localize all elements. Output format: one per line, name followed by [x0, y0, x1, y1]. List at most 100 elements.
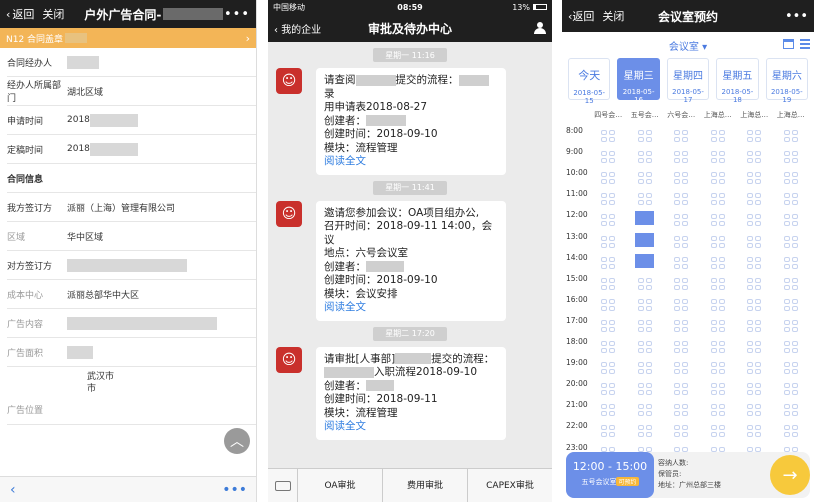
- available-slot[interactable]: [783, 172, 790, 178]
- available-slot[interactable]: [601, 214, 608, 220]
- available-slot[interactable]: [718, 151, 725, 157]
- available-slot[interactable]: [791, 221, 798, 227]
- message-item[interactable]: ☺ 请审批[人事部] 提交的流程： 入职流程2018-09-10 创建者： 创建时间：20…: [268, 346, 552, 440]
- available-slot[interactable]: [645, 348, 652, 353]
- available-slot[interactable]: [783, 158, 790, 164]
- available-slot[interactable]: [609, 221, 616, 227]
- available-slot[interactable]: [682, 425, 689, 431]
- available-slot[interactable]: [747, 277, 754, 283]
- available-slot[interactable]: [783, 242, 790, 248]
- available-slot[interactable]: [637, 369, 644, 375]
- available-slot[interactable]: [783, 263, 790, 269]
- available-slot[interactable]: [682, 319, 689, 325]
- available-slot[interactable]: [718, 158, 725, 164]
- message-item[interactable]: ☺ 请查阅 提交的流程： 录 用申请表2018-08-27 创建者： 创建时间：2018-0…: [268, 68, 552, 175]
- available-slot[interactable]: [747, 200, 754, 206]
- available-slot[interactable]: [674, 383, 681, 389]
- available-slot[interactable]: [710, 263, 717, 269]
- available-slot[interactable]: [718, 369, 725, 375]
- available-slot[interactable]: [674, 341, 681, 346]
- available-slot[interactable]: [718, 432, 725, 438]
- available-slot[interactable]: [783, 404, 790, 410]
- available-slot[interactable]: [601, 200, 608, 206]
- available-slot[interactable]: [783, 179, 790, 185]
- available-slot[interactable]: [747, 221, 754, 227]
- available-slot[interactable]: [674, 425, 681, 431]
- available-slot[interactable]: [682, 221, 689, 227]
- available-slot[interactable]: [637, 130, 644, 135]
- available-slot[interactable]: [783, 193, 790, 199]
- tab-expense-approval[interactable]: 费用审批: [383, 468, 468, 502]
- available-slot[interactable]: [637, 341, 644, 346]
- available-slot[interactable]: [710, 256, 717, 262]
- available-slot[interactable]: [747, 369, 754, 375]
- available-slot[interactable]: [710, 446, 717, 452]
- available-slot[interactable]: [791, 242, 798, 248]
- available-slot[interactable]: [637, 158, 644, 164]
- available-slot[interactable]: [791, 425, 798, 431]
- available-slot[interactable]: [609, 305, 616, 311]
- available-slot[interactable]: [755, 305, 762, 311]
- available-slot[interactable]: [755, 298, 762, 304]
- available-slot[interactable]: [791, 348, 798, 353]
- available-slot[interactable]: [682, 214, 689, 220]
- day-tab[interactable]: 星期五 2018-05-18: [716, 58, 759, 104]
- available-slot[interactable]: [601, 172, 608, 178]
- day-tab[interactable]: 星期四 2018-05-17: [666, 58, 710, 104]
- available-slot[interactable]: [637, 383, 644, 389]
- available-slot[interactable]: [674, 369, 681, 375]
- available-slot[interactable]: [645, 137, 652, 142]
- available-slot[interactable]: [682, 305, 689, 311]
- available-slot[interactable]: [747, 446, 754, 452]
- available-slot[interactable]: [674, 151, 681, 157]
- available-slot[interactable]: [609, 369, 616, 375]
- booked-slot[interactable]: [635, 211, 655, 226]
- available-slot[interactable]: [710, 158, 717, 164]
- available-slot[interactable]: [682, 235, 689, 241]
- available-slot[interactable]: [637, 151, 644, 157]
- available-slot[interactable]: [609, 172, 616, 178]
- available-slot[interactable]: [718, 277, 725, 283]
- available-slot[interactable]: [682, 341, 689, 346]
- available-slot[interactable]: [645, 411, 652, 417]
- available-slot[interactable]: [783, 369, 790, 375]
- available-slot[interactable]: [718, 319, 725, 325]
- available-slot[interactable]: [601, 242, 608, 248]
- available-slot[interactable]: [609, 319, 616, 325]
- available-slot[interactable]: [718, 348, 725, 353]
- tab-oa-approval[interactable]: OA审批: [298, 468, 383, 502]
- day-tab[interactable]: 星期六 2018-05-19: [765, 58, 809, 104]
- available-slot[interactable]: [718, 298, 725, 304]
- available-slot[interactable]: [783, 411, 790, 417]
- available-slot[interactable]: [755, 404, 762, 410]
- day-tab[interactable]: 星期三 2018-05-16: [617, 58, 660, 104]
- available-slot[interactable]: [682, 390, 689, 396]
- available-slot[interactable]: [783, 425, 790, 431]
- available-slot[interactable]: [791, 390, 798, 396]
- available-slot[interactable]: [718, 172, 725, 178]
- available-slot[interactable]: [791, 193, 798, 199]
- available-slot[interactable]: [747, 383, 754, 389]
- available-slot[interactable]: [791, 326, 798, 332]
- available-slot[interactable]: [609, 341, 616, 346]
- available-slot[interactable]: [637, 277, 644, 283]
- available-slot[interactable]: [601, 319, 608, 325]
- available-slot[interactable]: [609, 130, 616, 135]
- available-slot[interactable]: [791, 319, 798, 325]
- available-slot[interactable]: [783, 200, 790, 206]
- more-button[interactable]: •••: [222, 482, 247, 498]
- available-slot[interactable]: [791, 137, 798, 142]
- available-slot[interactable]: [645, 404, 652, 410]
- available-slot[interactable]: [791, 235, 798, 241]
- available-slot[interactable]: [601, 235, 608, 241]
- available-slot[interactable]: [791, 172, 798, 178]
- available-slot[interactable]: [645, 284, 652, 290]
- available-slot[interactable]: [747, 256, 754, 262]
- booked-slot[interactable]: [635, 232, 655, 247]
- back-button[interactable]: ‹ 返回: [6, 6, 34, 22]
- chevron-left-icon[interactable]: ‹: [10, 482, 16, 498]
- available-slot[interactable]: [674, 235, 681, 241]
- available-slot[interactable]: [791, 305, 798, 311]
- available-slot[interactable]: [601, 151, 608, 157]
- available-slot[interactable]: [601, 284, 608, 290]
